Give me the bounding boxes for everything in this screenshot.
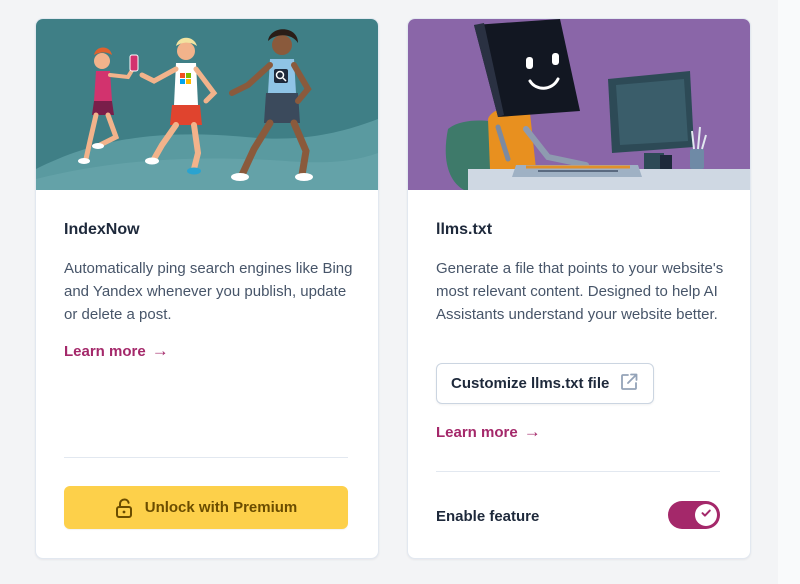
arrow-right-icon: →	[151, 341, 169, 360]
page-scrollbar[interactable]	[778, 0, 800, 584]
divider	[436, 471, 720, 472]
unlock-premium-button[interactable]: Unlock with Premium	[64, 486, 348, 529]
external-link-icon	[619, 372, 639, 396]
divider	[64, 457, 348, 458]
toggle-knob	[695, 504, 717, 526]
enable-feature-toggle[interactable]	[668, 501, 720, 529]
indexnow-illustration	[36, 19, 378, 190]
indexnow-card: IndexNow Automatically ping search engin…	[35, 18, 379, 559]
learn-more-label: Learn more	[436, 423, 518, 441]
card-title: IndexNow	[64, 221, 140, 238]
lock-open-icon	[115, 497, 133, 518]
unlock-premium-label: Unlock with Premium	[144, 499, 298, 516]
customize-llms-txt-label: Customize llms.txt file	[451, 375, 610, 392]
learn-more-label: Learn more	[64, 342, 146, 360]
card-description: Automatically ping search engines like B…	[64, 260, 353, 323]
learn-more-link[interactable]: Learn more →	[436, 422, 541, 442]
card-description: Generate a file that points to your webs…	[436, 260, 724, 323]
arrow-right-icon: →	[523, 422, 541, 441]
llms-txt-card: llms.txt Generate a file that points to …	[407, 18, 751, 559]
card-title: llms.txt	[436, 221, 493, 238]
llms-txt-illustration	[408, 19, 750, 190]
checkmark-icon	[700, 506, 712, 524]
customize-llms-txt-button[interactable]: Customize llms.txt file	[436, 363, 655, 404]
enable-feature-label: Enable feature	[436, 508, 540, 525]
learn-more-link[interactable]: Learn more →	[64, 341, 169, 361]
